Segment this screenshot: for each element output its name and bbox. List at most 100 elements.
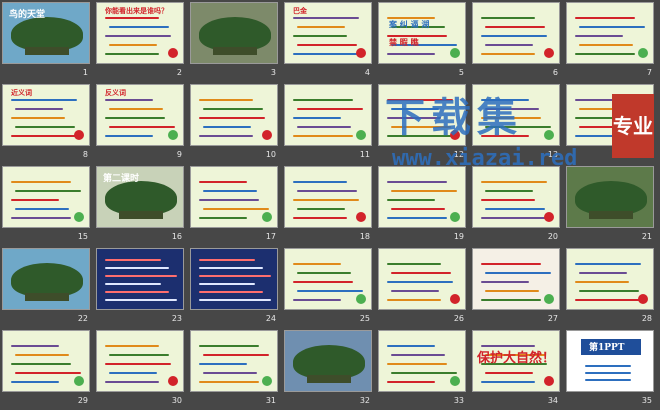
apple-icon [638, 48, 648, 58]
watermark-url: www.xiazai.red [392, 146, 578, 171]
text-line [293, 281, 353, 283]
text-line [199, 217, 247, 219]
slide-number: 15 [77, 232, 88, 241]
slide-thumbnail[interactable]: 第1PPT 35 [564, 328, 658, 410]
slide-thumbnail[interactable]: 近义词 8 [0, 82, 94, 164]
slide-thumbnail[interactable]: 28 [564, 246, 658, 328]
text-line [105, 99, 153, 101]
slide-thumbnail[interactable]: 33 [376, 328, 470, 410]
text-line [11, 217, 71, 219]
text-line [293, 35, 347, 37]
slide-preview: 巴金 [284, 2, 372, 64]
text-line [11, 135, 77, 137]
slide-thumbnail[interactable]: 第二课时 16 [94, 164, 188, 246]
slide-thumbnail[interactable]: 10 [188, 82, 282, 164]
text-line [481, 181, 547, 183]
slide-number: 9 [176, 150, 182, 159]
text-line [387, 363, 447, 365]
tree-image [293, 345, 365, 379]
slide-preview [378, 330, 466, 392]
slide-thumbnail[interactable]: 鸟的天堂 1 [0, 0, 94, 82]
slide-thumbnail[interactable]: 22 [0, 246, 94, 328]
text-line [105, 17, 159, 19]
apple-icon [262, 376, 272, 386]
slide-number: 10 [265, 150, 276, 159]
slide-thumbnail[interactable]: 3 [188, 0, 282, 82]
slide-thumbnail[interactable]: 18 [282, 164, 376, 246]
slide-thumbnail[interactable]: 25 [282, 246, 376, 328]
text-line [199, 275, 271, 277]
slide-thumbnail[interactable]: 案 纠 逼 湖禁 暇 瞧 5 [376, 0, 470, 82]
slide-number: 17 [265, 232, 276, 241]
slide-number: 2 [176, 68, 182, 77]
text-line [11, 199, 59, 201]
apple-icon [356, 212, 366, 222]
text-line [105, 363, 171, 365]
slide-thumbnail[interactable]: 15 [0, 164, 94, 246]
slide-number: 26 [453, 314, 464, 323]
slide-preview: 第二课时 [96, 166, 184, 228]
tree-image [575, 181, 647, 215]
slide-thumbnail[interactable]: 11 [282, 82, 376, 164]
slide-preview [96, 330, 184, 392]
slide-preview [2, 248, 90, 310]
slide-number: 29 [77, 396, 88, 405]
slide-preview [566, 2, 654, 64]
slide-title: 近义词 [11, 88, 32, 97]
apple-icon [168, 130, 178, 140]
slide-thumbnail[interactable]: 21 [564, 164, 658, 246]
apple-icon [168, 376, 178, 386]
slide-thumbnail[interactable]: 23 [94, 246, 188, 328]
text-line [11, 381, 59, 383]
text-line [387, 345, 435, 347]
text-line [485, 190, 533, 192]
slide-thumbnail[interactable]: 31 [188, 328, 282, 410]
text-line [391, 208, 445, 210]
slide-thumbnail[interactable]: 7 [564, 0, 658, 82]
text-line [481, 299, 541, 301]
slide-thumbnail[interactable]: 26 [376, 246, 470, 328]
slide-preview: 反义词 [96, 84, 184, 146]
text-line [203, 126, 251, 128]
slide-thumbnail[interactable]: 27 [470, 246, 564, 328]
slide-number: 22 [77, 314, 88, 323]
text-line [293, 199, 359, 201]
slide-preview [2, 330, 90, 392]
slide-preview [472, 248, 560, 310]
slide-number: 1 [82, 68, 88, 77]
text-line [481, 35, 547, 37]
slide-thumbnail[interactable]: 29 [0, 328, 94, 410]
apple-icon [450, 376, 460, 386]
slide-thumbnail[interactable]: 30 [94, 328, 188, 410]
slide-thumbnail[interactable]: 巴金 4 [282, 0, 376, 82]
slide-thumbnail[interactable]: 24 [188, 246, 282, 328]
apple-icon [544, 376, 554, 386]
slide-thumbnail[interactable]: 17 [188, 164, 282, 246]
slide-thumbnail[interactable]: 32 [282, 328, 376, 410]
apple-icon [638, 294, 648, 304]
slide-thumbnail[interactable]: 20 [470, 164, 564, 246]
slide-title: 巴金 [293, 6, 307, 15]
slide-number: 18 [359, 232, 370, 241]
text-line [105, 135, 153, 137]
text-line [387, 53, 435, 55]
text-line [387, 181, 447, 183]
text-line [485, 44, 533, 46]
slide-number: 25 [359, 314, 370, 323]
slide-preview [2, 166, 90, 228]
tree-trunk [25, 47, 69, 55]
slide-number: 30 [171, 396, 182, 405]
slide-thumbnail[interactable]: 反义词 9 [94, 82, 188, 164]
text-line [391, 290, 439, 292]
text-line [387, 263, 441, 265]
slide-thumbnail[interactable]: 你能看出来是谁吗？ 2 [94, 0, 188, 82]
slide-thumbnail[interactable]: 6 [470, 0, 564, 82]
text-line [297, 290, 363, 292]
text-line [109, 26, 169, 28]
text-line [293, 53, 359, 55]
slide-number: 16 [171, 232, 182, 241]
slide-number: 3 [270, 68, 276, 77]
slide-number: 24 [265, 314, 276, 323]
slide-thumbnail[interactable]: 19 [376, 164, 470, 246]
slide-thumbnail[interactable]: 保护大自然！ 34 [470, 328, 564, 410]
